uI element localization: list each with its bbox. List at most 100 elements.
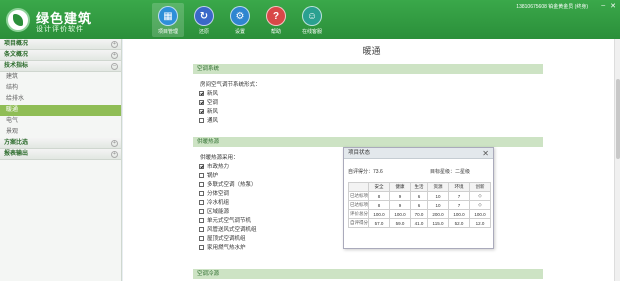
table-cell: 10: [427, 191, 449, 201]
expand-icon[interactable]: +: [111, 140, 118, 147]
expand-icon[interactable]: +: [111, 151, 118, 158]
table-cell: 10: [427, 200, 449, 210]
checkbox-option[interactable]: 新风: [199, 89, 218, 97]
expand-icon[interactable]: +: [111, 41, 118, 48]
sidebar-section-label: 技术指标: [4, 63, 29, 69]
option-label: 新风: [207, 109, 219, 115]
nav-label: 在线客服: [301, 29, 322, 35]
checkbox-option[interactable]: 通风: [199, 116, 218, 124]
sidebar-item-architecture[interactable]: 建筑: [0, 72, 121, 83]
ac-system-title: 房间空气调节系统形式：: [200, 82, 261, 88]
checkbox-option[interactable]: 冷水机组: [199, 198, 229, 206]
checkbox-option[interactable]: 风管送风式空调机组: [199, 225, 257, 233]
checkbox-option[interactable]: 区域能源: [199, 207, 229, 215]
sidebar-item-structure[interactable]: 结构: [0, 83, 121, 94]
checkbox-option[interactable]: 锅炉: [199, 171, 218, 179]
scrollbar-thumb[interactable]: [616, 79, 620, 159]
table-cell: 8: [368, 191, 390, 201]
checkbox[interactable]: [199, 244, 204, 250]
top-nav: ▦ 项目管理 ↻ 还原 ⚙ 设置 ? 帮助 ☺ 在线客服: [152, 3, 332, 37]
checkbox[interactable]: [199, 117, 204, 123]
table-cell: 9: [388, 191, 411, 201]
brand-subtitle: 设计评价软件: [36, 26, 84, 33]
vertical-scrollbar[interactable]: [614, 39, 620, 281]
checkbox[interactable]: [199, 208, 204, 214]
collapse-icon[interactable]: –: [111, 63, 118, 70]
checkbox[interactable]: [199, 199, 204, 205]
nav-restore[interactable]: ↻ 还原: [188, 3, 220, 37]
option-label: 冷水机组: [207, 200, 230, 206]
project-status-dialog: 项目状态 ✕ 自评得分：73.6 目标星级：二星级 安全 健康 生活 资源 环境…: [343, 147, 494, 249]
option-label: 单元式空气调节机: [207, 218, 252, 224]
option-label: 屋顶式空调机组: [207, 236, 246, 242]
checkbox-option[interactable]: 分体空调: [199, 189, 229, 197]
sidebar-item-electrical[interactable]: 电气: [0, 116, 121, 127]
sidebar-item-landscape[interactable]: 景观: [0, 127, 121, 138]
sidebar: 项目概况 + 条文概况 + 技术指标 – 建筑 结构 给排水 暖通 电气 景观 …: [0, 39, 122, 281]
checkbox[interactable]: [199, 172, 204, 178]
sidebar-section-label: 报表输出: [4, 151, 29, 157]
table-header-cell: 创新: [468, 182, 492, 192]
nav-project-management[interactable]: ▦ 项目管理: [152, 3, 184, 37]
minimize-icon[interactable]: –: [601, 2, 605, 10]
checkbox-option[interactable]: 屋顶式空调机组: [199, 234, 246, 242]
dialog-header[interactable]: 项目状态 ✕: [344, 148, 493, 159]
sidebar-item-water[interactable]: 给排水: [0, 94, 121, 105]
checkbox[interactable]: [199, 226, 204, 232]
checkbox[interactable]: [199, 108, 204, 114]
checkbox-option[interactable]: 新风: [199, 107, 218, 115]
table-cell: 200.0: [427, 209, 449, 219]
option-label: 通风: [207, 118, 219, 124]
section-bar-ac-system[interactable]: 空调系统: [193, 64, 543, 74]
sidebar-section-report-output[interactable]: 报表输出 +: [0, 149, 121, 160]
checkbox-option[interactable]: 家用燃气热水炉: [199, 243, 246, 251]
checkbox-option[interactable]: 多联式空调（热泵）: [199, 180, 257, 188]
table-header-cell: 健康: [388, 182, 411, 192]
sidebar-section-clause-overview[interactable]: 条文概况 +: [0, 50, 121, 61]
table-header-cell: 资源: [427, 182, 449, 192]
dialog-title: 项目状态: [348, 150, 371, 156]
gear-icon: ⚙: [230, 6, 250, 26]
nav-settings[interactable]: ⚙ 设置: [224, 3, 256, 37]
checkbox[interactable]: [199, 217, 204, 223]
checkbox[interactable]: [199, 235, 204, 241]
option-label: 空调: [207, 100, 219, 106]
expand-icon[interactable]: +: [111, 52, 118, 59]
table-cell: 评价总分: [348, 209, 369, 219]
table-cell: ◇: [468, 200, 492, 210]
close-icon[interactable]: ✕: [482, 148, 489, 159]
table-cell: 57.0: [368, 218, 390, 228]
checkbox[interactable]: [199, 90, 204, 96]
table-cell: ◇: [468, 191, 492, 201]
app-window: 绿色建筑 设计评价软件 ▦ 项目管理 ↻ 还原 ⚙ 设置 ? 帮助 ☺ 在线客服: [0, 0, 620, 281]
checkbox[interactable]: [199, 190, 204, 196]
leaf-logo-icon: [6, 8, 30, 32]
sidebar-section-technical-indicators[interactable]: 技术指标 –: [0, 61, 121, 72]
nav-label: 帮助: [270, 29, 281, 35]
section-bar-ac-cooling[interactable]: 空调冷源: [193, 269, 543, 279]
checkbox[interactable]: [199, 99, 204, 105]
checkbox[interactable]: [199, 181, 204, 187]
customer-service-icon: ☺: [302, 6, 322, 26]
table-cell: 6: [409, 200, 429, 210]
nav-label: 项目管理: [157, 29, 178, 35]
table-cell: 100.0: [368, 209, 390, 219]
table-cell: 自评得分: [348, 218, 369, 228]
option-label: 锅炉: [207, 173, 219, 179]
section-bar-heat-source[interactable]: 供暖热源: [193, 137, 543, 147]
sidebar-section-project-overview[interactable]: 项目概况 +: [0, 39, 121, 50]
table-cell: 7: [448, 200, 470, 210]
table-cell: 41.0: [409, 218, 429, 228]
sidebar-section-scheme-comparison[interactable]: 方案比选 +: [0, 138, 121, 149]
checkbox-option[interactable]: 单元式空气调节机: [199, 216, 251, 224]
checkbox-option[interactable]: 空调: [199, 98, 218, 106]
help-icon: ?: [266, 6, 286, 26]
nav-online-service[interactable]: ☺ 在线客服: [296, 3, 328, 37]
table-header-cell: 环境: [448, 182, 470, 192]
checkbox[interactable]: [199, 163, 204, 169]
nav-help[interactable]: ? 帮助: [260, 3, 292, 37]
option-label: 多联式空调（热泵）: [207, 182, 257, 188]
sidebar-item-hvac[interactable]: 暖通: [0, 105, 121, 116]
checkbox-option[interactable]: 市政热力: [199, 162, 229, 170]
close-icon[interactable]: ✕: [610, 2, 616, 10]
